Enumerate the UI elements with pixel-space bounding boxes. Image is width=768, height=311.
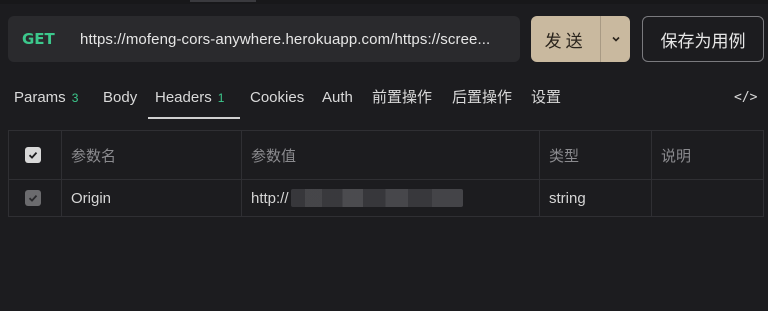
- url-input[interactable]: https://mofeng-cors-anywhere.herokuapp.c…: [80, 31, 520, 48]
- check-icon: [28, 151, 38, 159]
- chevron-down-icon: [612, 36, 620, 42]
- request-tabs: Params 3 Body Headers 1 Cookies Auth 前置操作 …: [0, 84, 768, 120]
- tab-post-operations[interactable]: 后置操作: [452, 84, 512, 112]
- row-check-cell: [9, 180, 62, 216]
- column-header-value: 参数值: [242, 131, 540, 179]
- column-header-description: 说明: [661, 147, 692, 165]
- header-value-text: http://: [251, 189, 289, 207]
- tab-body[interactable]: Body: [103, 84, 137, 112]
- tab-label: Auth: [322, 89, 353, 106]
- send-options-button[interactable]: [600, 16, 630, 62]
- select-all-cell: [9, 131, 62, 179]
- tab-cookies[interactable]: Cookies: [250, 84, 304, 112]
- column-header-type: 类型: [540, 131, 652, 179]
- tab-label: 后置操作: [452, 89, 513, 106]
- top-tab-indicator: [190, 0, 256, 2]
- tab-label: Headers: [155, 89, 212, 106]
- tab-pre-operations[interactable]: 前置操作: [372, 84, 432, 112]
- method-selector[interactable]: GET: [8, 30, 80, 48]
- tab-label: Body: [103, 89, 138, 106]
- code-icon[interactable]: </>: [734, 90, 757, 105]
- header-value-cell[interactable]: http://: [242, 180, 540, 216]
- tab-label: 设置: [531, 89, 562, 106]
- redacted-value: [290, 189, 463, 207]
- active-tab-underline: [148, 117, 240, 119]
- tab-headers[interactable]: Headers 1: [155, 84, 224, 112]
- tab-label: 前置操作: [372, 89, 433, 106]
- column-header-name: 参数名: [62, 131, 242, 179]
- tab-badge: 3: [71, 91, 79, 105]
- tab-params[interactable]: Params 3: [14, 84, 78, 112]
- tab-auth[interactable]: Auth: [322, 84, 353, 112]
- save-as-case-button[interactable]: 保存为用例: [642, 16, 764, 62]
- tab-badge: 1: [217, 91, 225, 105]
- header-name-cell[interactable]: Origin: [62, 180, 242, 216]
- check-icon: [28, 194, 38, 202]
- select-all-checkbox[interactable]: [25, 147, 41, 163]
- tab-settings[interactable]: 设置: [531, 84, 561, 112]
- send-button-group: 发送: [531, 16, 630, 62]
- header-description-cell[interactable]: [652, 180, 763, 216]
- tab-label: Params: [14, 89, 66, 106]
- row-enabled-checkbox[interactable]: [25, 190, 41, 206]
- table-header-row: 参数名 参数值 类型 说明: [9, 131, 763, 180]
- header-type-cell[interactable]: string: [540, 180, 652, 216]
- top-strip: [0, 0, 768, 4]
- table-row: Origin http:// string: [9, 180, 763, 216]
- tab-label: Cookies: [250, 89, 305, 106]
- headers-table: 参数名 参数值 类型 说明 Origin http:// string: [8, 130, 764, 217]
- url-bar[interactable]: GET https://mofeng-cors-anywhere.herokua…: [8, 16, 520, 62]
- send-button[interactable]: 发送: [531, 16, 600, 62]
